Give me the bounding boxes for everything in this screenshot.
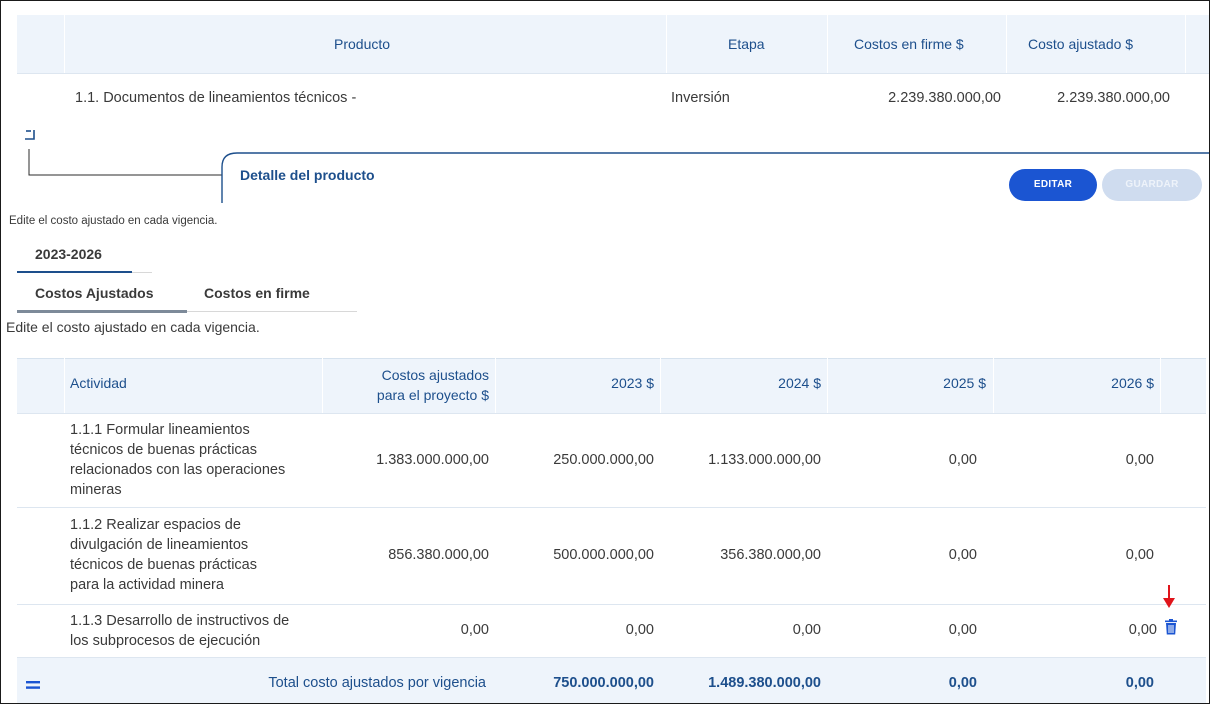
header-costos-line1: Costos ajustados <box>381 367 489 383</box>
cell-2024[interactable]: 0,00 <box>660 622 821 638</box>
edit-button[interactable]: EDITAR <box>1009 169 1097 201</box>
divider <box>1185 15 1186 73</box>
header-2023[interactable]: 2023 $ <box>495 375 654 391</box>
cell-total[interactable]: 0,00 <box>322 622 489 638</box>
row-divider <box>17 413 1206 414</box>
activity-line: mineras <box>70 482 122 498</box>
row-divider <box>17 73 1209 74</box>
header-2025[interactable]: 2025 $ <box>827 375 986 391</box>
row-divider <box>17 604 1206 605</box>
activity-line: 1.1.2 Realizar espacios de <box>70 517 241 533</box>
cell-2025[interactable]: 0,00 <box>827 547 977 563</box>
tab-underline <box>17 310 187 313</box>
tab-period[interactable]: 2023-2026 <box>35 246 102 262</box>
cell-2025[interactable]: 0,00 <box>827 452 977 468</box>
cell-2023[interactable]: 250.000.000,00 <box>495 452 654 468</box>
expand-total-icon[interactable] <box>26 681 40 689</box>
red-arrow-annotation <box>1163 585 1175 608</box>
cell-2023[interactable]: 0,00 <box>495 622 654 638</box>
cell-total[interactable]: 856.380.000,00 <box>322 547 489 563</box>
product-costos-firme: 2.239.380.000,00 <box>888 90 1001 106</box>
header-actividad[interactable]: Actividad <box>70 375 127 391</box>
trash-icon[interactable] <box>1164 619 1178 635</box>
row-divider <box>17 507 1206 508</box>
cell-2024[interactable]: 1.133.000.000,00 <box>660 452 821 468</box>
tab-underline <box>17 271 132 273</box>
header-etapa[interactable]: Etapa <box>728 15 765 73</box>
total-label: Total costo ajustados por vigencia <box>268 675 486 691</box>
save-button[interactable]: GUARDAR <box>1102 169 1202 201</box>
total-2025: 0,00 <box>948 675 977 691</box>
activity-line: 1.1.3 Desarrollo de instructivos de <box>70 613 290 629</box>
divider <box>64 358 65 414</box>
cell-2025[interactable]: 0,00 <box>827 622 977 638</box>
cell-2026[interactable]: 0,00 <box>993 547 1154 563</box>
tab-track <box>132 272 152 273</box>
product-name: 1.1. Documentos de lineamientos técnicos… <box>75 90 357 106</box>
activity-name: 1.1.3 Desarrollo de instructivos de los … <box>70 611 305 651</box>
cell-2026[interactable]: 0,00 <box>993 452 1154 468</box>
edit-note-2: Edite el costo ajustado en cada vigencia… <box>6 319 260 335</box>
header-2026[interactable]: 2026 $ <box>993 375 1154 391</box>
divider <box>1160 358 1161 414</box>
total-2024: 1.489.380.000,00 <box>708 675 821 691</box>
edit-note: Edite el costo ajustado en cada vigencia… <box>9 215 218 227</box>
tab-track <box>187 311 357 312</box>
tab-costos-firme[interactable]: Costos en firme <box>204 285 310 301</box>
total-2023: 750.000.000,00 <box>553 675 654 691</box>
activity-line: técnicos de buenas prácticas <box>70 442 257 458</box>
divider <box>827 15 828 73</box>
total-2026: 0,00 <box>1125 675 1154 691</box>
activity-line: 1.1.1 Formular lineamientos <box>70 422 250 438</box>
activity-line: técnicos de buenas prácticas <box>70 557 257 573</box>
activity-name: 1.1.1 Formular lineamientos técnicos de … <box>70 420 305 500</box>
tab-costos-ajustados[interactable]: Costos Ajustados <box>35 285 154 301</box>
header-2024[interactable]: 2024 $ <box>660 375 821 391</box>
activity-line: para la actividad minera <box>70 577 224 593</box>
cell-total[interactable]: 1.383.000.000,00 <box>322 452 489 468</box>
activity-line: relacionados con las operaciones <box>70 462 286 478</box>
cell-2023[interactable]: 500.000.000,00 <box>495 547 654 563</box>
cell-2026[interactable]: 0,00 <box>993 622 1157 638</box>
product-costo-ajustado: 2.239.380.000,00 <box>1057 90 1170 106</box>
divider <box>1006 15 1007 73</box>
activity-line: los subprocesos de ejecución <box>70 633 261 649</box>
page-frame: Producto Etapa Costos en firme $ Costo a… <box>0 0 1210 704</box>
product-etapa: Inversión <box>671 90 730 106</box>
cell-2024[interactable]: 356.380.000,00 <box>660 547 821 563</box>
divider <box>64 15 65 73</box>
header-costo-ajustado[interactable]: Costo ajustado $ <box>1028 15 1133 73</box>
collapse-icon[interactable] <box>24 127 36 141</box>
header-costos-firme[interactable]: Costos en firme $ <box>854 15 964 73</box>
activity-line: divulgación de lineamientos <box>70 537 249 553</box>
detail-title: Detalle del producto <box>240 167 375 183</box>
divider <box>666 15 667 73</box>
activity-name: 1.1.2 Realizar espacios de divulgación d… <box>70 515 305 595</box>
header-costos-ajustados[interactable]: Costos ajustados para el proyecto $ <box>322 365 489 405</box>
header-producto[interactable]: Producto <box>334 15 390 73</box>
header-costos-line2: para el proyecto $ <box>376 387 489 403</box>
